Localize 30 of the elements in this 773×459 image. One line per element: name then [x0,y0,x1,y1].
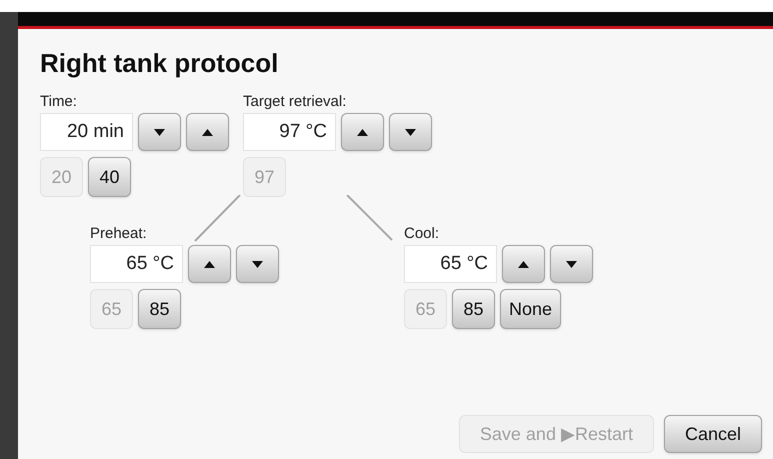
cancel-button[interactable]: Cancel [664,415,762,453]
preset-button[interactable]: 85 [452,289,495,329]
dialog-title: Right tank protocol [40,47,278,79]
setting-label: Cool: [404,225,440,243]
value-field[interactable]: 65 °C [90,245,183,283]
preset-button[interactable]: 85 [138,289,181,329]
setting-label: Time: [40,93,77,111]
down-arrow-icon [566,260,577,268]
increment-button[interactable] [186,113,229,151]
setting-label: Target retrieval: [243,93,346,111]
preset-button[interactable]: None [500,289,562,329]
preset-button[interactable]: 40 [88,157,131,197]
value-field[interactable]: 65 °C [404,245,497,283]
up-arrow-icon [204,260,215,268]
value-field[interactable]: 97 °C [243,113,336,151]
decrement-button[interactable] [550,245,593,283]
decrement-button[interactable] [236,245,279,283]
increment-button[interactable] [341,113,384,151]
down-arrow-icon [252,260,263,268]
down-arrow-icon [405,128,416,136]
setting-label: Preheat: [90,225,147,243]
increment-button[interactable] [502,245,545,283]
decrement-button[interactable] [138,113,181,151]
increment-button[interactable] [188,245,231,283]
up-arrow-icon [202,128,213,136]
up-arrow-icon [518,260,529,268]
decrement-button[interactable] [389,113,432,151]
down-arrow-icon [154,128,165,136]
up-arrow-icon [357,128,368,136]
value-field[interactable]: 20 min [40,113,133,151]
